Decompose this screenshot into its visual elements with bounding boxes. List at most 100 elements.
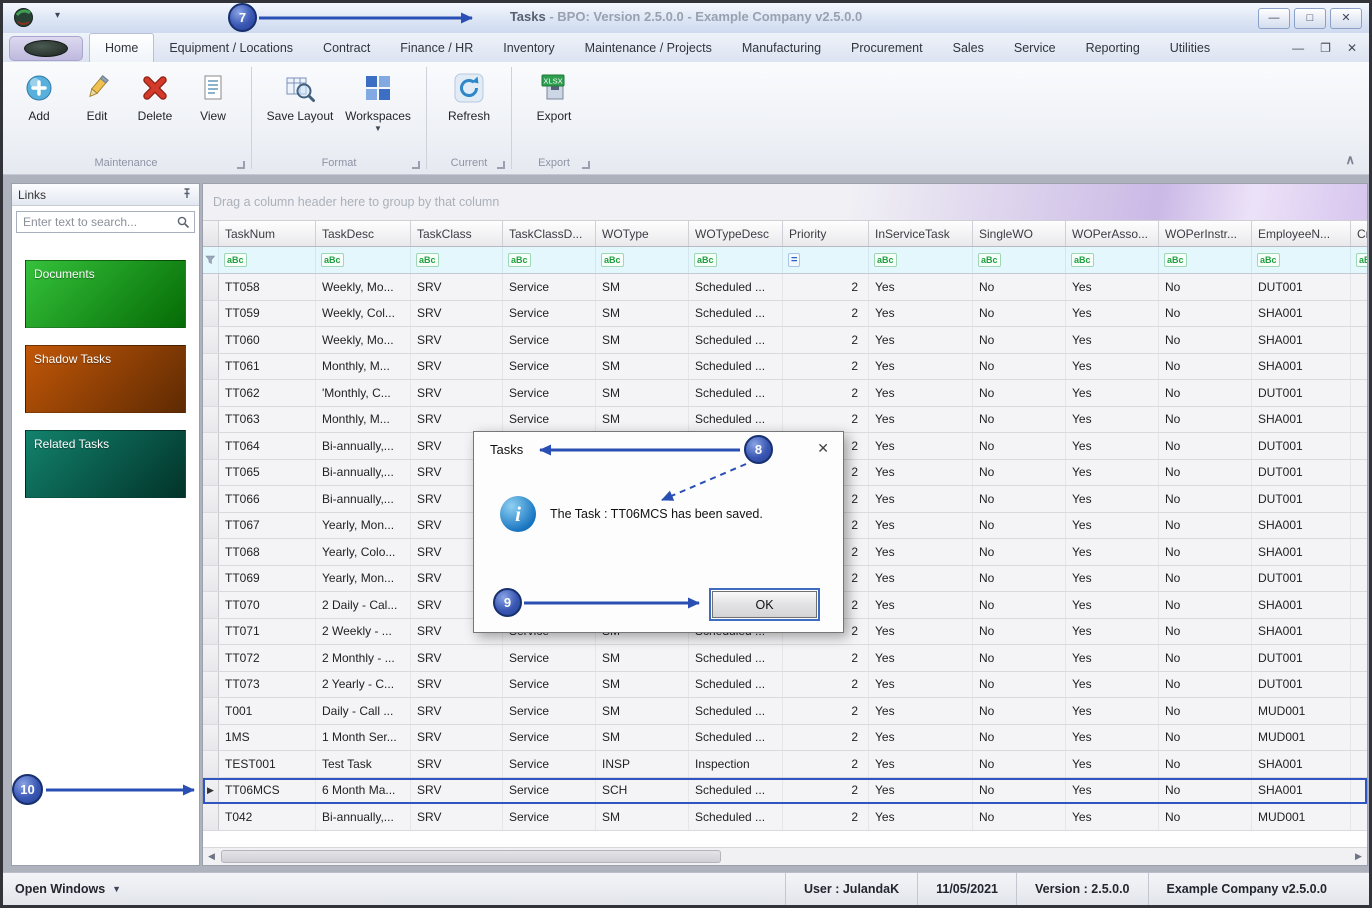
column-header-inservicetask[interactable]: InServiceTask (869, 221, 973, 246)
table-row-tt061[interactable]: TT061Monthly, M...SRVServiceSMScheduled … (203, 354, 1367, 381)
column-header-woperasso[interactable]: WOPerAsso... (1066, 221, 1159, 246)
workspaces-dropdown-icon[interactable]: ▼ (374, 124, 382, 133)
tab-service[interactable]: Service (999, 33, 1071, 62)
sidebar-tile-shadow-tasks[interactable]: Shadow Tasks (25, 345, 186, 413)
column-header-woperinstr[interactable]: WOPerInstr... (1159, 221, 1252, 246)
column-header-priority[interactable]: Priority (783, 221, 869, 246)
column-header-taskdesc[interactable]: TaskDesc (316, 221, 411, 246)
table-row-t001[interactable]: T001Daily - Call ...SRVServiceSMSchedule… (203, 698, 1367, 725)
column-header-taskclassd[interactable]: TaskClassD... (503, 221, 596, 246)
search-icon[interactable] (177, 216, 190, 234)
horizontal-scrollbar[interactable]: ◀ ▶ (203, 847, 1367, 865)
search-input[interactable] (16, 211, 195, 233)
column-header-cre[interactable]: Cre... (1351, 221, 1368, 246)
filter-cell-taskdesc[interactable]: aBc (316, 247, 411, 273)
scroll-right-icon[interactable]: ▶ (1350, 848, 1367, 865)
table-row-tt073[interactable]: TT0732 Yearly - C...SRVServiceSMSchedule… (203, 672, 1367, 699)
cell-taskdesc: Monthly, M... (316, 354, 411, 380)
table-row-tt059[interactable]: TT059Weekly, Col...SRVServiceSMScheduled… (203, 301, 1367, 328)
tab-inventory[interactable]: Inventory (488, 33, 569, 62)
filter-cell-inservicetask[interactable]: aBc (869, 247, 973, 273)
table-row-tt063[interactable]: TT063Monthly, M...SRVServiceSMScheduled … (203, 407, 1367, 434)
column-header-tasknum[interactable]: TaskNum (219, 221, 316, 246)
cell-taskclassd: Service (503, 804, 596, 830)
table-row-tt060[interactable]: TT060Weekly, Mo...SRVServiceSMScheduled … (203, 327, 1367, 354)
filter-cell-singlewo[interactable]: aBc (973, 247, 1066, 273)
table-row-test001[interactable]: TEST001Test TaskSRVServiceINSPInspection… (203, 751, 1367, 778)
cell-taskclassd: Service (503, 380, 596, 406)
column-header-singlewo[interactable]: SingleWO (973, 221, 1066, 246)
cell-wotype: SM (596, 354, 689, 380)
add-button[interactable]: Add (11, 67, 67, 154)
scroll-left-icon[interactable]: ◀ (203, 848, 220, 865)
table-row-1ms[interactable]: 1MS1 Month Ser...SRVServiceSMScheduled .… (203, 725, 1367, 752)
cell-inservicetask: Yes (869, 804, 973, 830)
filter-cell-taskclassd[interactable]: aBc (503, 247, 596, 273)
column-header-taskclass[interactable]: TaskClass (411, 221, 503, 246)
child-restore-icon[interactable]: ❐ (1320, 41, 1331, 55)
filter-cell-wotype[interactable]: aBc (596, 247, 689, 273)
tab-finance-hr[interactable]: Finance / HR (385, 33, 488, 62)
table-row-tt062[interactable]: TT062'Monthly, C...SRVServiceSMScheduled… (203, 380, 1367, 407)
cell-singlewo: No (973, 301, 1066, 327)
cell-cre (1351, 619, 1368, 645)
tab-utilities[interactable]: Utilities (1155, 33, 1225, 62)
refresh-button[interactable]: Refresh (437, 67, 501, 154)
filter-cell-priority[interactable]: = (783, 247, 869, 273)
cell-taskclassd: Service (503, 672, 596, 698)
cell-woperasso: Yes (1066, 301, 1159, 327)
window-title: Tasks - BPO: Version 2.5.0.0 - Example C… (3, 9, 1369, 24)
tab-procurement[interactable]: Procurement (836, 33, 938, 62)
minimize-button[interactable]: — (1258, 8, 1290, 29)
pin-icon[interactable] (181, 187, 193, 202)
delete-button[interactable]: Delete (127, 67, 183, 154)
group-by-band[interactable]: Drag a column header here to group by th… (203, 184, 1367, 220)
tab-reporting[interactable]: Reporting (1071, 33, 1155, 62)
tab-maintenance-projects[interactable]: Maintenance / Projects (570, 33, 727, 62)
child-close-icon[interactable]: ✕ (1347, 41, 1357, 55)
cell-tasknum: TT065 (219, 460, 316, 486)
application-button[interactable] (9, 36, 83, 61)
table-row-tt058[interactable]: TT058Weekly, Mo...SRVServiceSMScheduled … (203, 274, 1367, 301)
maximize-button[interactable]: □ (1294, 8, 1326, 29)
view-button[interactable]: View (185, 67, 241, 154)
filter-cell-taskclass[interactable]: aBc (411, 247, 503, 273)
table-row-t042[interactable]: T042Bi-annually,...SRVServiceSMScheduled… (203, 804, 1367, 831)
tab-contract[interactable]: Contract (308, 33, 385, 62)
cell-taskclassd: Service (503, 274, 596, 300)
workspaces-button[interactable]: Workspaces ▼ (340, 67, 416, 154)
tab-home[interactable]: Home (89, 33, 154, 62)
column-header-employeen[interactable]: EmployeeN... (1252, 221, 1351, 246)
open-windows-button[interactable]: Open Windows ▼ (15, 882, 121, 896)
cell-taskdesc: Bi-annually,... (316, 433, 411, 459)
cell-woperasso: Yes (1066, 592, 1159, 618)
sidebar-tile-documents[interactable]: Documents (25, 260, 186, 328)
save-layout-button[interactable]: Save Layout (262, 67, 338, 154)
filter-cell-tasknum[interactable]: aBc (219, 247, 316, 273)
filter-cell-employeen[interactable]: aBc (1252, 247, 1351, 273)
tab-equipment-locations[interactable]: Equipment / Locations (154, 33, 308, 62)
table-row-tt072[interactable]: TT0722 Monthly - ...SRVServiceSMSchedule… (203, 645, 1367, 672)
child-minimize-icon[interactable]: — (1292, 41, 1304, 55)
tab-manufacturing[interactable]: Manufacturing (727, 33, 836, 62)
cell-wotype: SM (596, 301, 689, 327)
filter-cell-wotypedesc[interactable]: aBc (689, 247, 783, 273)
column-header-wotypedesc[interactable]: WOTypeDesc (689, 221, 783, 246)
ok-button[interactable]: OK (712, 591, 817, 618)
cell-woperinstr: No (1159, 725, 1252, 751)
tab-sales[interactable]: Sales (938, 33, 999, 62)
edit-button[interactable]: Edit (69, 67, 125, 154)
filter-cell-cre[interactable]: aBc (1351, 247, 1368, 273)
export-button[interactable]: XLSX Export (522, 67, 586, 154)
column-header-wotype[interactable]: WOType (596, 221, 689, 246)
scrollbar-thumb[interactable] (221, 850, 721, 863)
sidebar-tile-related-tasks[interactable]: Related Tasks (25, 430, 186, 498)
cell-employeen: DUT001 (1252, 380, 1351, 406)
collapse-ribbon-icon[interactable]: ∧ (1345, 152, 1355, 168)
filter-cell-woperinstr[interactable]: aBc (1159, 247, 1252, 273)
filter-cell-woperasso[interactable]: aBc (1066, 247, 1159, 273)
table-row-tt06mcs[interactable]: ▶TT06MCS6 Month Ma...SRVServiceSCHSchedu… (203, 778, 1367, 805)
cell-taskclassd: Service (503, 327, 596, 353)
close-button[interactable]: ✕ (1330, 8, 1362, 29)
dialog-close-icon[interactable]: ✕ (817, 440, 829, 457)
